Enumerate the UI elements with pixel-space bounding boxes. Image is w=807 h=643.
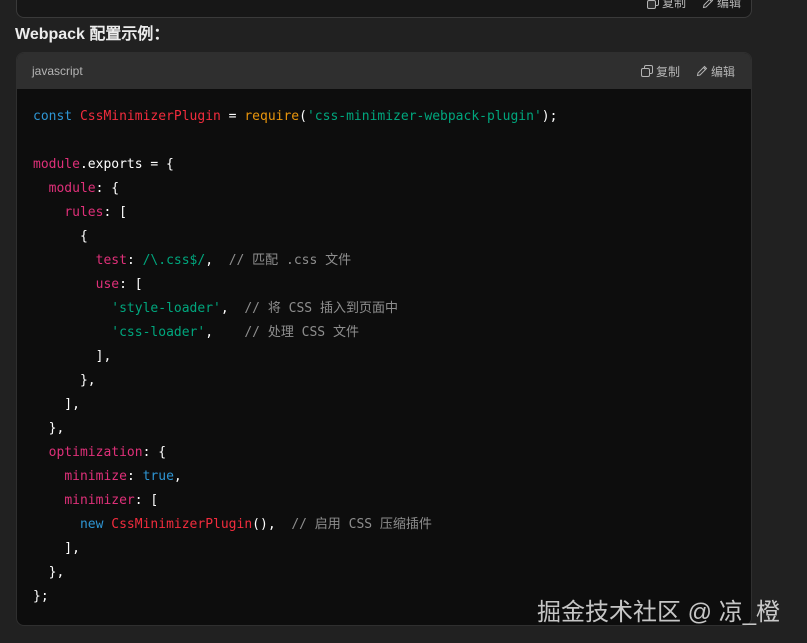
code-token: // 启用 CSS 压缩插件 — [291, 517, 432, 532]
code-token: require — [244, 109, 300, 124]
code-token: /\.css$/ — [142, 253, 206, 268]
code-token: CssMinimizerPlugin — [111, 517, 253, 532]
code-line: ], — [33, 537, 751, 561]
code-block-actions: 复制 编辑 — [640, 63, 735, 80]
section-heading: Webpack 配置示例： — [15, 26, 170, 43]
code-line: rules: [ — [33, 201, 751, 225]
code-line: minimizer: [ — [33, 489, 751, 513]
code-token: : [ — [103, 205, 127, 220]
previous-edit-label: 编辑 — [716, 0, 741, 10]
code-language-label: javascript — [32, 64, 83, 78]
code-token: , — [205, 253, 229, 268]
copy-button[interactable]: 复制 — [640, 63, 680, 80]
code-line: new CssMinimizerPlugin(), // 启用 CSS 压缩插件 — [33, 513, 751, 537]
code-line: { — [33, 225, 751, 249]
code-token: }, — [33, 421, 65, 436]
code-line: test: /\.css$/, // 匹配 .css 文件 — [33, 249, 751, 273]
code-block-header: javascript 复制 编辑 — [17, 53, 751, 89]
previous-code-block-actions: 复制 编辑 — [646, 0, 741, 11]
watermark: 掘金技术社区 @ 凉_橙 — [537, 599, 781, 626]
code-token: ], — [33, 397, 80, 412]
previous-code-block: 复制 编辑 — [16, 0, 752, 18]
code-token: .exports = { — [79, 157, 174, 172]
code-token: (), — [252, 517, 292, 532]
code-line: }, — [33, 369, 751, 393]
code-line: use: [ — [33, 273, 751, 297]
code-token: }; — [33, 589, 49, 604]
code-token: ); — [541, 109, 558, 124]
code-token: ], — [33, 541, 80, 556]
code-line: module.exports = { — [33, 153, 751, 177]
code-token: : [ — [134, 493, 159, 508]
copy-icon — [640, 65, 653, 77]
code-line: const CssMinimizerPlugin = require('css-… — [33, 105, 751, 129]
code-token: : — [126, 253, 143, 268]
code-token: minimizer — [64, 493, 135, 508]
code-token: }, — [33, 565, 65, 580]
code-token: { — [33, 229, 88, 244]
code-token: // 将 CSS 插入到页面中 — [244, 301, 398, 316]
code-line: 'style-loader', // 将 CSS 插入到页面中 — [33, 297, 751, 321]
code-token: = — [220, 109, 245, 124]
edit-icon — [696, 65, 708, 77]
code-line: 'css-loader', // 处理 CSS 文件 — [33, 321, 751, 345]
previous-edit-button[interactable]: 编辑 — [702, 0, 741, 11]
code-token: 'style-loader' — [111, 301, 221, 316]
code-token: ], — [33, 349, 112, 364]
code-token: ( — [299, 109, 307, 124]
code-token: true — [142, 469, 174, 484]
code-line: optimization: { — [33, 441, 751, 465]
code-token: , — [220, 301, 245, 316]
code-line: module: { — [33, 177, 751, 201]
code-token: 'css-minimizer-webpack-plugin' — [306, 109, 542, 124]
code-line: ], — [33, 345, 751, 369]
code-token: 'css-loader' — [111, 325, 206, 340]
previous-copy-button[interactable]: 复制 — [646, 0, 686, 11]
code-token: // 处理 CSS 文件 — [244, 325, 359, 340]
code-token: }, — [33, 373, 96, 388]
code-token: new — [79, 517, 112, 532]
previous-copy-label: 复制 — [661, 0, 686, 10]
code-token: minimize — [64, 469, 127, 484]
code-token: use — [95, 277, 120, 292]
code-token: module — [48, 181, 96, 196]
code-token: const — [33, 109, 80, 124]
copy-button-label: 复制 — [655, 64, 680, 79]
edit-button-label: 编辑 — [710, 64, 735, 79]
code-token: , — [173, 469, 182, 484]
copy-icon — [646, 0, 659, 9]
edit-icon — [702, 0, 714, 9]
edit-button[interactable]: 编辑 — [696, 63, 735, 80]
code-line: minimize: true, — [33, 465, 751, 489]
code-token: , — [205, 325, 245, 340]
code-token: optimization — [48, 445, 143, 460]
code-line: }, — [33, 561, 751, 585]
code-line: ], — [33, 393, 751, 417]
code-token: : { — [95, 181, 120, 196]
code-token: : — [126, 469, 143, 484]
code-token: CssMinimizerPlugin — [79, 109, 221, 124]
code-content[interactable]: const CssMinimizerPlugin = require('css-… — [17, 89, 751, 609]
code-token: : { — [142, 445, 167, 460]
code-token: // 匹配 .css 文件 — [228, 253, 352, 268]
code-line: }, — [33, 417, 751, 441]
code-token: rules — [64, 205, 104, 220]
code-token: module — [33, 157, 80, 172]
code-token: test — [95, 253, 127, 268]
code-block: javascript 复制 编辑 const CssMinimizerPlugi… — [16, 52, 752, 626]
code-token: : [ — [119, 277, 143, 292]
